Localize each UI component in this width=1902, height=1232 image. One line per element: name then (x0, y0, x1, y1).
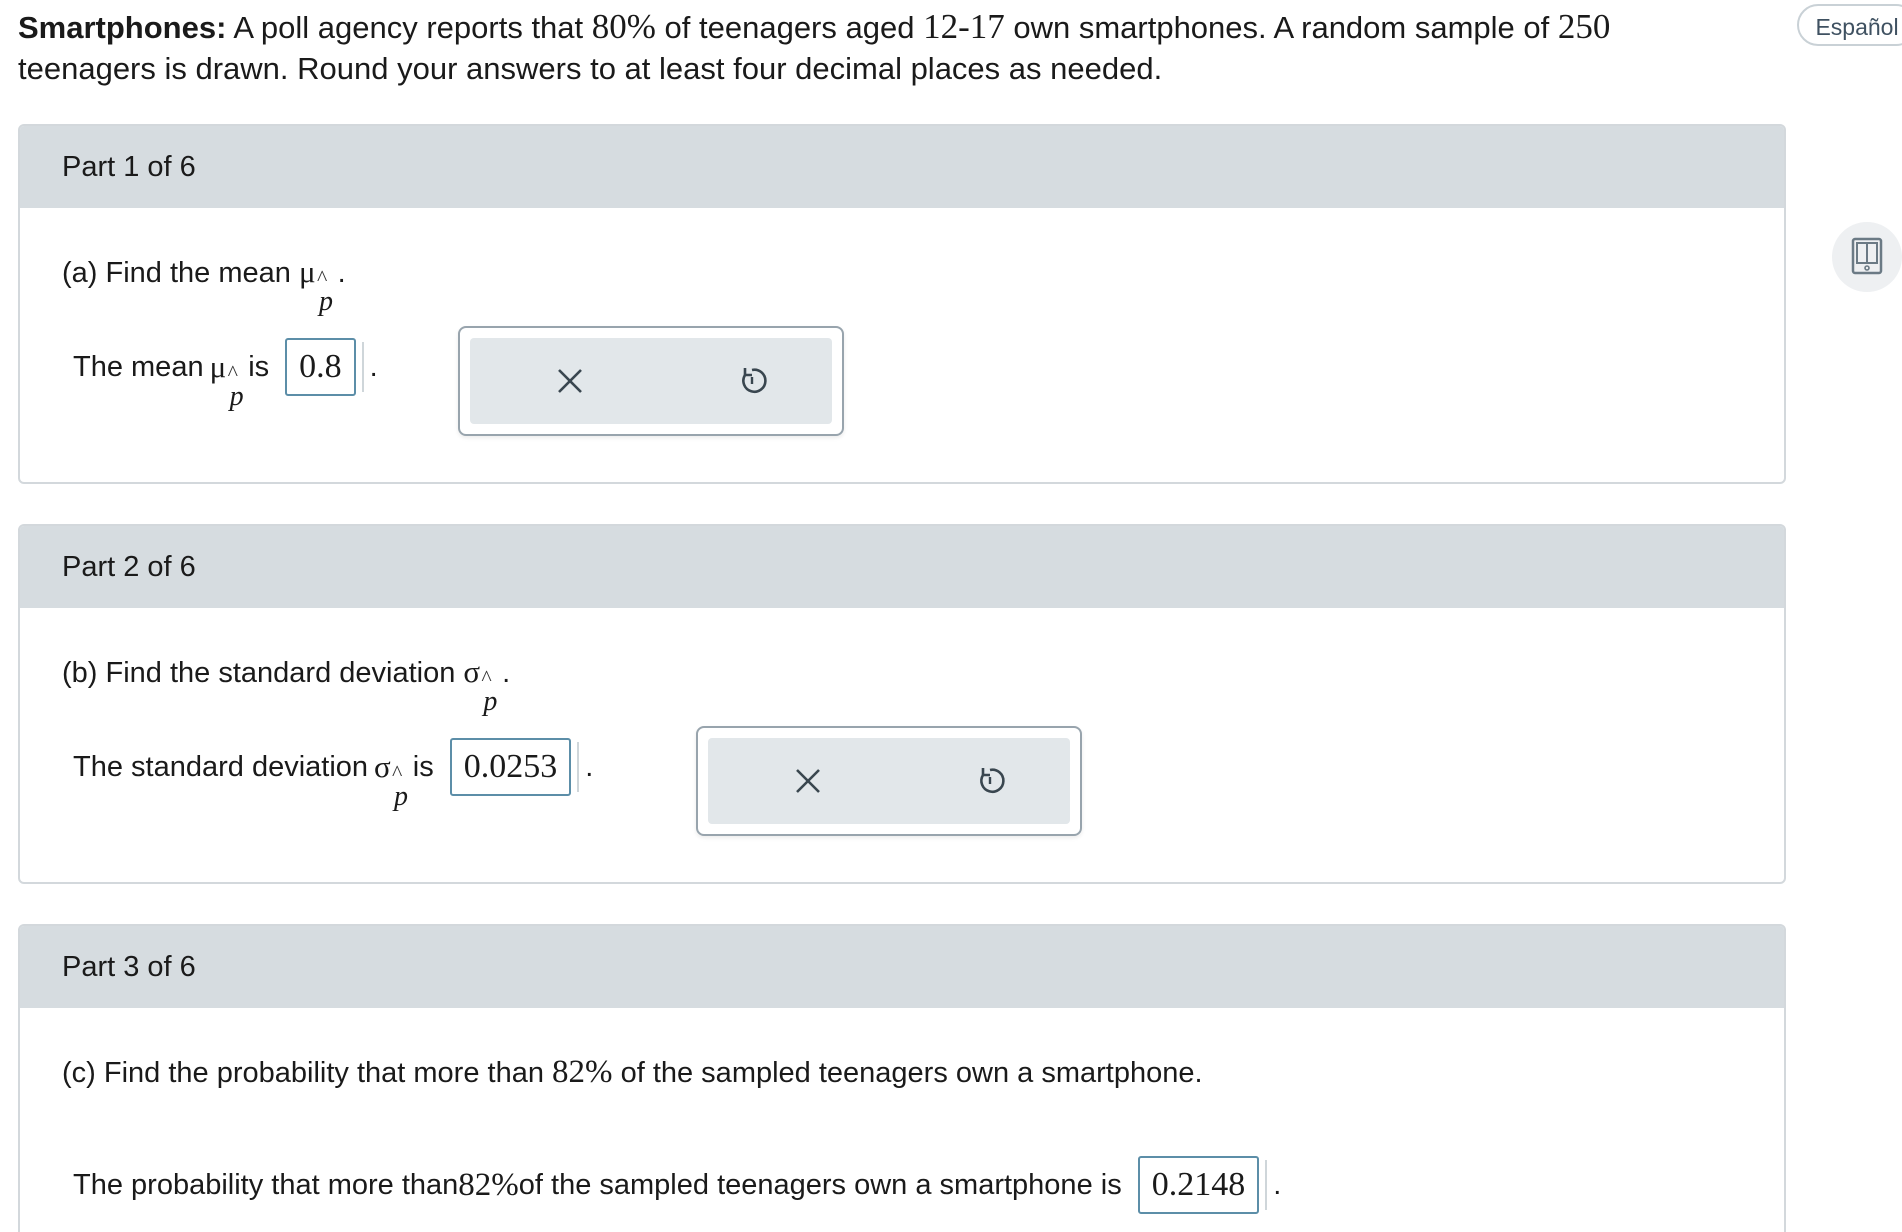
problem-statement: Smartphones: A poll agency reports that … (18, 6, 1758, 89)
answer-input[interactable]: 0.8 (285, 338, 356, 396)
question-text: (a) Find the mean (62, 257, 299, 289)
close-icon (796, 769, 820, 793)
part-header: Part 2 of 6 (20, 526, 1784, 608)
problem-label: Smartphones: (18, 10, 227, 45)
part-1: Part 1 of 6 (a) Find the mean μ ^ p. The m… (18, 124, 1786, 484)
undo-icon (742, 368, 767, 393)
sd-symbol: σ ^ p (374, 749, 409, 812)
problem-ages: 12-17 (923, 7, 1005, 46)
mean-symbol: μ ^ p (209, 349, 244, 412)
answer-actions (458, 326, 844, 436)
answer-text: of the sampled teenagers own a smartphon… (518, 1169, 1122, 1201)
part-header: Part 1 of 6 (20, 126, 1784, 208)
answer-text: is (412, 751, 434, 783)
undo-button[interactable] (672, 338, 832, 424)
problem-text: teenagers is drawn. Round your answers t… (18, 51, 1163, 86)
question-b: (b) Find the standard deviation σ ^ p. (62, 654, 511, 717)
answer-text: The mean (73, 351, 204, 383)
answer-text: is (248, 351, 270, 383)
answer-line-b: The standard deviation σ ^ p is 0.0253. (73, 738, 594, 812)
input-divider (1265, 1160, 1268, 1210)
answer-percent: 82% (458, 1167, 519, 1203)
sd-symbol: σ ^ p (463, 654, 498, 717)
period: . (585, 751, 594, 783)
question-text: (b) Find the standard deviation (62, 657, 464, 689)
undo-button[interactable] (910, 738, 1070, 824)
answer-input[interactable]: 0.2148 (1137, 1156, 1260, 1214)
actions-inner (708, 738, 1070, 824)
problem-text: A poll agency reports that (226, 10, 592, 45)
answer-actions (696, 726, 1082, 836)
problem-percent: 80% (591, 7, 656, 46)
question-percent: 82% (552, 1054, 613, 1090)
page: Smartphones: A poll agency reports that … (0, 0, 1902, 1232)
part-3: Part 3 of 6 (c) Find the probability tha… (18, 924, 1786, 1232)
part-header: Part 3 of 6 (20, 926, 1784, 1008)
answer-line-a: The mean μ ^ p is 0.8. (73, 338, 378, 412)
answer-line-c: The probability that more than 82% of th… (73, 1156, 1281, 1214)
close-icon (558, 369, 582, 393)
question-a: (a) Find the mean μ ^ p. (62, 254, 346, 317)
language-button[interactable]: Español (1797, 4, 1902, 46)
actions-inner (470, 338, 832, 424)
input-divider (361, 342, 364, 392)
mean-symbol: μ ^ p (298, 254, 333, 317)
calculator-book-icon[interactable] (1832, 222, 1902, 292)
period: . (369, 351, 378, 383)
problem-text: of teenagers aged (655, 10, 924, 45)
question-text: (c) Find the probability that more than (62, 1057, 553, 1089)
answer-text: The probability that more than (73, 1169, 459, 1201)
period: . (1273, 1169, 1282, 1201)
problem-text: own smartphones. A random sample of (1004, 10, 1558, 45)
question-c: (c) Find the probability that more than … (62, 1054, 1203, 1091)
undo-icon (980, 768, 1005, 793)
answer-text: The standard deviation (73, 751, 369, 783)
answer-input[interactable]: 0.0253 (449, 738, 572, 796)
clear-button[interactable] (728, 738, 888, 824)
question-text: of the sampled teenagers own a smartphon… (612, 1057, 1203, 1089)
input-divider (577, 742, 580, 792)
problem-sample-size: 250 (1557, 7, 1611, 46)
clear-button[interactable] (490, 338, 650, 424)
part-2: Part 2 of 6 (b) Find the standard deviat… (18, 524, 1786, 884)
